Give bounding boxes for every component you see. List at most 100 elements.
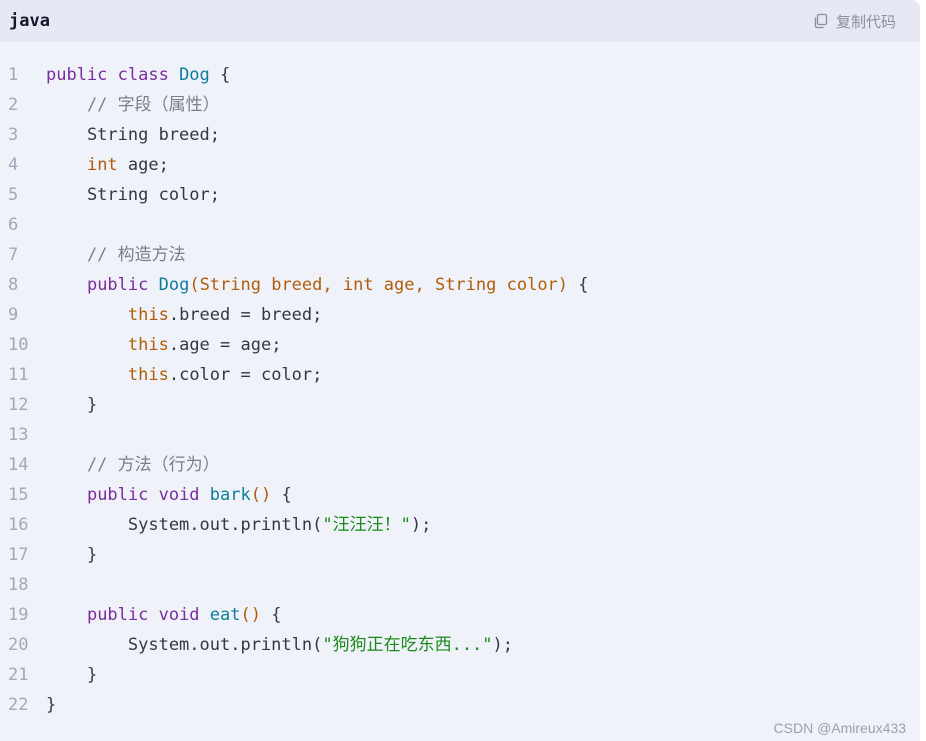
code-token: System.out.println( bbox=[46, 515, 323, 535]
code-token: ); bbox=[492, 635, 514, 655]
code-line: 4 int age; bbox=[0, 150, 920, 180]
code-line: 2 // 字段（属性） bbox=[0, 90, 920, 120]
code-text: public Dog(String breed, int age, String… bbox=[46, 270, 589, 300]
code-line: 18 bbox=[0, 570, 920, 600]
code-token: } bbox=[46, 695, 57, 715]
code-text: System.out.println("狗狗正在吃东西..."); bbox=[46, 630, 513, 660]
code-line: 15 public void bark() { bbox=[0, 480, 920, 510]
code-text: String color; bbox=[46, 180, 220, 210]
code-token: this bbox=[127, 365, 169, 385]
line-number: 13 bbox=[8, 425, 29, 445]
code-text: int age; bbox=[46, 150, 169, 180]
code-text: public void bark() { bbox=[46, 480, 292, 510]
code-line: 9 this.breed = breed; bbox=[0, 300, 920, 330]
code-token: .color = color; bbox=[168, 365, 323, 385]
code-text: } bbox=[46, 660, 97, 690]
code-token: // 字段（属性） bbox=[46, 95, 220, 115]
code-token: String breed; bbox=[46, 125, 220, 145]
line-number: 21 bbox=[8, 665, 29, 685]
watermark: CSDN @Amireux433 bbox=[773, 720, 906, 736]
line-number: 18 bbox=[8, 575, 29, 595]
code-body: 1 public class Dog {2 // 字段（属性） 3 String b… bbox=[0, 60, 920, 720]
copy-code-button[interactable]: 复制代码 bbox=[813, 11, 896, 32]
language-label: java bbox=[9, 11, 50, 31]
code-token: age; bbox=[117, 155, 169, 175]
line-number: 9 bbox=[8, 305, 19, 325]
code-token: this bbox=[127, 335, 169, 355]
code-token: (String breed, int age, String color) bbox=[189, 275, 569, 295]
code-token: { bbox=[568, 275, 589, 295]
line-number: 3 bbox=[8, 125, 19, 145]
code-token: public void bbox=[86, 605, 210, 625]
code-token: .breed = breed; bbox=[168, 305, 323, 325]
code-token: } bbox=[46, 545, 98, 565]
code-line: 8 public Dog(String breed, int age, Stri… bbox=[0, 270, 920, 300]
line-number: 16 bbox=[8, 515, 29, 535]
code-text: // 字段（属性） bbox=[46, 90, 220, 120]
code-token: String color; bbox=[46, 185, 220, 205]
line-number: 11 bbox=[8, 365, 29, 385]
line-number: 20 bbox=[8, 635, 29, 655]
line-number: 19 bbox=[8, 605, 29, 625]
line-number: 14 bbox=[8, 455, 29, 475]
line-number: 17 bbox=[8, 545, 29, 565]
line-number: 2 bbox=[8, 95, 19, 115]
code-text: } bbox=[46, 690, 56, 720]
code-line: 5 String color; bbox=[0, 180, 920, 210]
code-text: String breed; bbox=[46, 120, 220, 150]
line-number: 10 bbox=[8, 335, 29, 355]
code-token: public bbox=[86, 275, 159, 295]
code-text: public void eat() { bbox=[46, 600, 282, 630]
code-line: 6 bbox=[0, 210, 920, 240]
code-token: () bbox=[250, 485, 272, 505]
code-line: 7 // 构造方法 bbox=[0, 240, 920, 270]
code-line: 14 // 方法（行为） bbox=[0, 450, 920, 480]
code-text: this.breed = breed; bbox=[46, 300, 322, 330]
code-line: 21 } bbox=[0, 660, 920, 690]
code-line: 22} bbox=[0, 690, 920, 720]
code-token: } bbox=[46, 395, 98, 415]
code-token: Dog bbox=[179, 65, 210, 85]
line-number: 5 bbox=[8, 185, 19, 205]
code-line: 19 public void eat() { bbox=[0, 600, 920, 630]
code-token: int bbox=[86, 155, 118, 175]
code-line: 12 } bbox=[0, 390, 920, 420]
code-block: java 复制代码 1 public class Dog {2 // 字段（属性）… bbox=[0, 0, 920, 741]
code-text: } bbox=[46, 540, 97, 570]
code-text: this.color = color; bbox=[46, 360, 322, 390]
code-text: // 方法（行为） bbox=[46, 450, 220, 480]
code-token: { bbox=[260, 605, 282, 625]
copy-code-label: 复制代码 bbox=[835, 12, 896, 31]
code-text: this.age = age; bbox=[46, 330, 282, 360]
line-number: 1 bbox=[8, 65, 19, 85]
code-line: 10 this.age = age; bbox=[0, 330, 920, 360]
line-number: 8 bbox=[8, 275, 19, 295]
code-line: 1 public class Dog { bbox=[0, 60, 920, 90]
code-token: // 方法（行为） bbox=[46, 455, 220, 475]
code-token: // 构造方法 bbox=[46, 245, 186, 265]
code-line: 17 } bbox=[0, 540, 920, 570]
code-token: Dog bbox=[158, 275, 190, 295]
code-token: ); bbox=[410, 515, 432, 535]
code-line: 3 String breed; bbox=[0, 120, 920, 150]
code-text: public class Dog { bbox=[46, 60, 230, 90]
code-token: eat bbox=[209, 605, 241, 625]
copy-icon bbox=[814, 13, 828, 29]
code-token: () bbox=[240, 605, 261, 625]
code-line: 16 System.out.println("汪汪汪！"); bbox=[0, 510, 920, 540]
code-token: "狗狗正在吃东西..." bbox=[322, 635, 493, 655]
code-token: bark bbox=[209, 485, 251, 505]
line-number: 7 bbox=[8, 245, 19, 265]
code-header: java 复制代码 bbox=[0, 0, 920, 42]
code-token: { bbox=[209, 65, 231, 85]
code-token: public void bbox=[86, 485, 210, 505]
code-token: } bbox=[46, 665, 98, 685]
line-number: 12 bbox=[8, 395, 29, 415]
code-text: System.out.println("汪汪汪！"); bbox=[46, 510, 431, 540]
